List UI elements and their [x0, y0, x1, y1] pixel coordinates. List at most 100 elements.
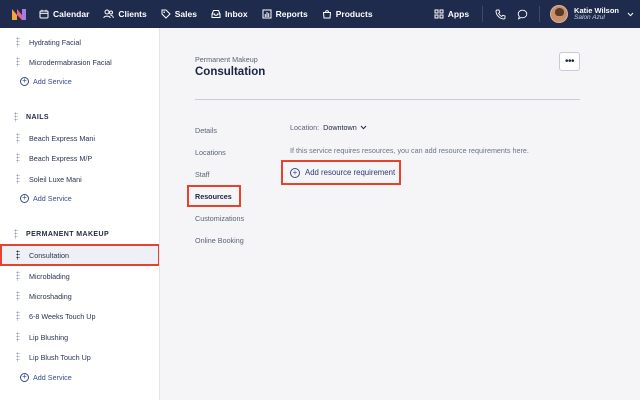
nav-products[interactable]: Products: [315, 0, 380, 28]
location-label: Location:: [290, 123, 320, 132]
services-sidebar: Hydrating Facial Microdermabrasion Facia…: [0, 28, 160, 400]
more-options-button[interactable]: •••: [559, 52, 580, 71]
category-header-permanent-makeup: PERMANENT MAKEUP: [0, 227, 159, 241]
user-info: Katie Wilson Salon Azul: [574, 6, 619, 22]
plus-circle-icon: +: [290, 167, 300, 178]
drag-handle-icon[interactable]: [16, 133, 20, 143]
tag-icon: [161, 9, 171, 19]
header-divider: [195, 99, 580, 100]
drag-handle-icon[interactable]: [16, 37, 20, 47]
nav-inbox-label: Inbox: [224, 9, 248, 19]
location-value: Downtown: [323, 123, 357, 132]
service-item[interactable]: Beach Express Mani: [0, 128, 159, 148]
add-service-label: Add Service: [33, 193, 72, 203]
drag-handle-icon[interactable]: [16, 291, 20, 301]
nav-calendar-label: Calendar: [53, 9, 90, 19]
service-item[interactable]: Hydrating Facial: [0, 32, 159, 52]
add-resource-requirement-button[interactable]: + Add resource requirement: [281, 160, 401, 185]
nav-clients[interactable]: Clients: [96, 0, 153, 28]
tab-customizations[interactable]: Customizations: [195, 211, 244, 225]
service-label: Beach Express M/P: [29, 153, 93, 163]
resources-help-text: If this service requires resources, you …: [290, 146, 529, 155]
drag-handle-icon[interactable]: [16, 271, 20, 281]
nav-sales[interactable]: Sales: [154, 0, 204, 28]
service-item[interactable]: Beach Express M/P: [0, 148, 159, 168]
tab-staff[interactable]: Staff: [195, 167, 210, 181]
phone-icon: [495, 9, 505, 19]
add-service-button[interactable]: + Add Service: [20, 191, 72, 205]
chevron-down-icon: [360, 125, 367, 130]
add-service-label: Add Service: [33, 372, 72, 382]
drag-handle-icon[interactable]: [16, 153, 20, 163]
clients-icon: [103, 9, 115, 19]
drag-handle-icon[interactable]: [16, 174, 20, 184]
category-breadcrumb: Permanent Makeup: [195, 55, 258, 64]
service-label: Microdermabrasion Facial: [29, 57, 112, 67]
nav-calendar[interactable]: Calendar: [32, 0, 96, 28]
drag-handle-icon[interactable]: [16, 332, 20, 342]
service-label: Hydrating Facial: [29, 37, 81, 47]
drag-handle-icon[interactable]: [16, 311, 20, 321]
nav-divider-2: [539, 6, 541, 22]
service-detail: Permanent Makeup Consultation ••• Detail…: [161, 28, 640, 400]
nav-inbox[interactable]: Inbox: [204, 0, 255, 28]
service-item[interactable]: 6-8 Weeks Touch Up: [0, 306, 159, 326]
phone-button[interactable]: [489, 0, 511, 28]
service-label: Microshading: [29, 291, 72, 301]
chat-button[interactable]: [511, 0, 533, 28]
add-service-button[interactable]: + Add Service: [20, 370, 72, 384]
service-label: 6-8 Weeks Touch Up: [29, 311, 96, 321]
nav-reports[interactable]: Reports: [255, 0, 315, 28]
tab-online-booking[interactable]: Online Booking: [195, 233, 244, 247]
category-header-nails: NAILS: [0, 110, 159, 124]
service-item[interactable]: Lip Blushing: [0, 327, 159, 347]
ellipsis-icon: •••: [564, 56, 575, 67]
calendar-icon: [39, 9, 49, 19]
nav-apps[interactable]: Apps: [427, 0, 476, 28]
nav-reports-label: Reports: [275, 9, 308, 19]
service-item[interactable]: Microdermabrasion Facial: [0, 52, 159, 72]
add-service-button[interactable]: + Add Service: [20, 74, 72, 88]
chevron-down-icon: [627, 12, 634, 16]
tab-details[interactable]: Details: [195, 123, 217, 137]
chat-bubble-icon: [517, 9, 527, 20]
drag-handle-icon[interactable]: [16, 352, 20, 362]
add-resource-requirement-label: Add resource requirement: [305, 168, 396, 177]
nav-clients-label: Clients: [118, 9, 147, 19]
drag-handle-icon[interactable]: [16, 57, 20, 67]
drag-handle-icon[interactable]: [14, 229, 18, 239]
service-item-selected[interactable]: Consultation: [0, 244, 159, 266]
category-label: NAILS: [26, 113, 49, 121]
tab-resources[interactable]: Resources: [187, 185, 241, 207]
service-label: Lip Blushing: [29, 332, 69, 342]
nav-sales-label: Sales: [174, 9, 197, 19]
inbox-icon: [211, 10, 221, 18]
location-filter: Location: Downtown: [290, 123, 367, 132]
nav-right: Apps Katie Wilson Salon Azul: [427, 0, 640, 28]
service-label: Consultation: [29, 250, 69, 260]
service-item[interactable]: Microblading: [0, 266, 159, 286]
plus-circle-icon: +: [20, 372, 29, 382]
top-nav: Calendar Clients Sales Inbox Reports Pro…: [0, 0, 640, 28]
service-item[interactable]: Microshading: [0, 286, 159, 306]
bag-icon: [322, 10, 331, 19]
plus-circle-icon: +: [20, 193, 29, 203]
drag-handle-icon[interactable]: [16, 250, 20, 260]
bar-chart-icon: [262, 9, 272, 19]
logo-icon[interactable]: [6, 0, 32, 28]
user-menu[interactable]: Katie Wilson Salon Azul: [546, 0, 640, 28]
avatar: [550, 5, 569, 23]
add-service-label: Add Service: [33, 76, 72, 86]
nav-products-label: Products: [335, 9, 373, 19]
location-select[interactable]: Downtown: [323, 123, 367, 132]
service-label: Beach Express Mani: [29, 133, 95, 143]
tab-locations[interactable]: Locations: [195, 145, 226, 159]
grid-icon: [434, 9, 444, 19]
drag-handle-icon[interactable]: [14, 112, 18, 122]
service-label: Lip Blush Touch Up: [29, 352, 91, 362]
service-item[interactable]: Soleil Luxe Mani: [0, 169, 159, 189]
nav-apps-label: Apps: [447, 9, 470, 19]
category-label: PERMANENT MAKEUP: [26, 230, 110, 238]
nav-divider: [482, 6, 484, 22]
service-item[interactable]: Lip Blush Touch Up: [0, 347, 159, 367]
